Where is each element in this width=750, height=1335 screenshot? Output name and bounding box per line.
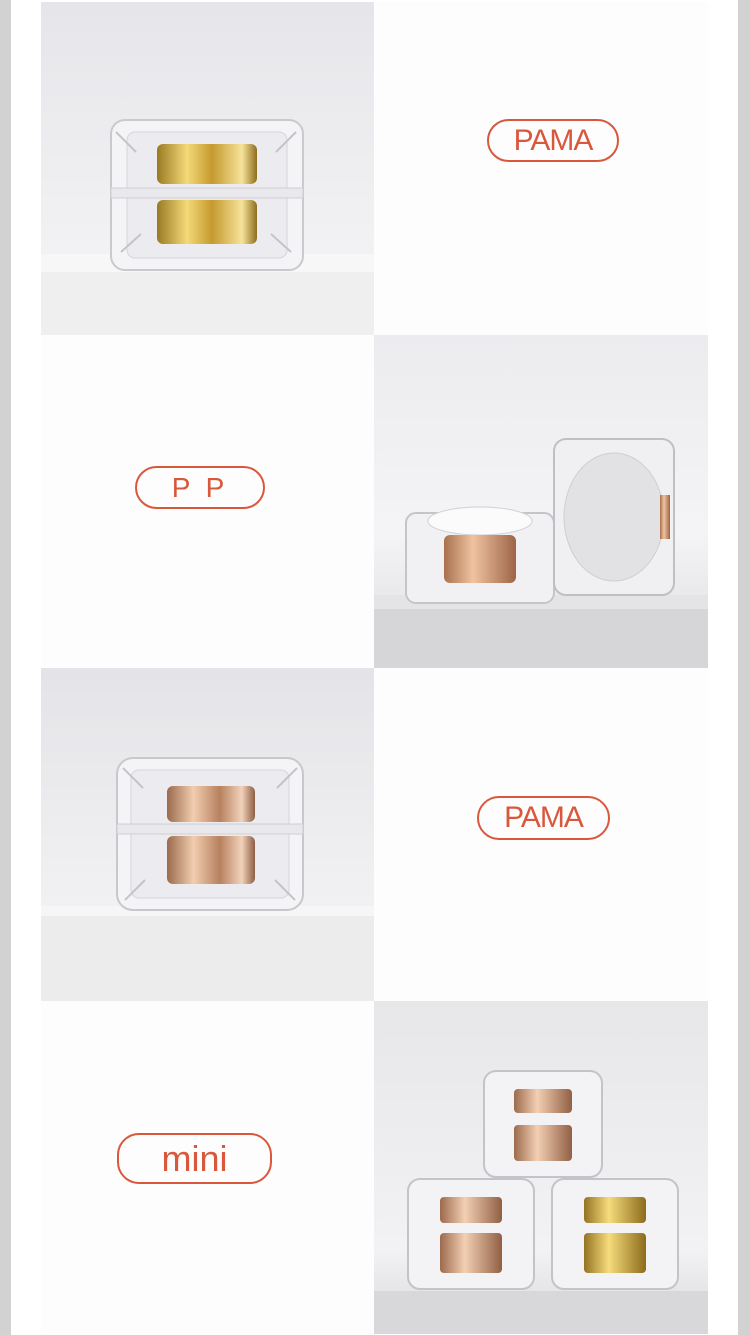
jar-gold-icon xyxy=(41,2,374,335)
left-rail xyxy=(0,0,11,1335)
product-photo-jar-stack xyxy=(374,1001,708,1334)
material-badge-pama-outer: PAMA xyxy=(477,796,610,840)
jar-rosegold-open-icon xyxy=(374,335,708,668)
material-badge-pama-cap: PAMA xyxy=(487,119,619,162)
material-label-cell-cap: PAMA xyxy=(374,2,708,335)
product-photo-rosegold-jar xyxy=(41,668,374,1001)
material-label-cell-inner: P P xyxy=(41,335,374,668)
product-grid: PAMA P P PAMA mini xyxy=(41,2,708,1334)
jar-rosegold-icon xyxy=(41,668,374,1001)
product-photo-open-jars xyxy=(374,335,708,668)
product-photo-gold-jar xyxy=(41,2,374,335)
material-badge-pp-inner: P P xyxy=(135,466,265,509)
material-label-cell-outer: PAMA xyxy=(374,668,708,1001)
size-badge-mini: mini xyxy=(117,1133,272,1184)
jar-stack-icon xyxy=(374,1001,708,1334)
right-rail xyxy=(738,0,750,1335)
size-label-cell: mini xyxy=(41,1001,374,1334)
